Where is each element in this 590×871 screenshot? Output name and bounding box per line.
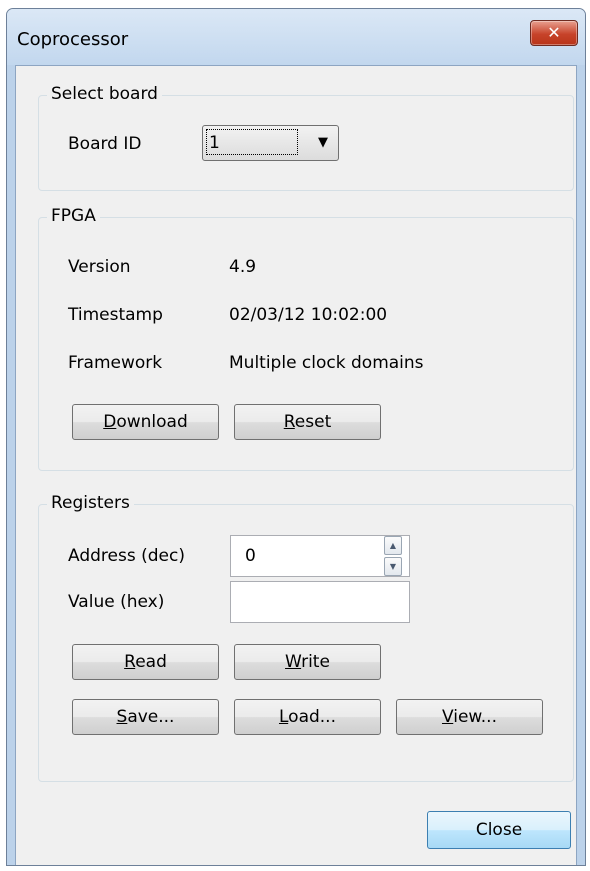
board-id-selected-value: 1 (206, 129, 298, 155)
load-button-label: oad... (288, 707, 336, 727)
reset-button[interactable]: Reset (234, 404, 381, 440)
chevron-down-icon: ▼ (318, 135, 328, 150)
view-button-label: iew... (453, 707, 497, 727)
title-bar[interactable]: Coprocessor ✕ (7, 9, 585, 65)
write-button-mnemonic: W (285, 652, 302, 672)
save-button-label: ave... (127, 707, 175, 727)
address-spinner[interactable]: ▲ ▼ (384, 536, 402, 576)
window-title: Coprocessor (17, 29, 129, 50)
value-label: Value (hex) (68, 592, 165, 612)
view-button[interactable]: View... (396, 699, 543, 735)
view-button-mnemonic: V (441, 707, 454, 727)
download-button-label: ownload (116, 412, 188, 432)
save-button[interactable]: Save... (72, 699, 219, 735)
close-window-icon[interactable]: ✕ (530, 20, 578, 46)
address-label: Address (dec) (68, 546, 185, 566)
registers-group: Registers Address (dec) 0 ▲ ▼ Value (hex… (38, 493, 574, 782)
fpga-group: FPGA Version 4.9 Timestamp 02/03/12 10:0… (38, 206, 574, 471)
read-button-label: ead (135, 652, 167, 672)
board-id-label: Board ID (68, 134, 142, 154)
save-button-mnemonic: S (116, 707, 128, 727)
download-button[interactable]: Download (72, 404, 219, 440)
load-button-mnemonic: L (278, 707, 289, 727)
download-button-mnemonic: D (103, 412, 117, 432)
coprocessor-window: Coprocessor ✕ Select board Board ID 1 ▼ … (6, 8, 586, 866)
timestamp-label: Timestamp (68, 305, 163, 325)
load-button[interactable]: Load... (234, 699, 381, 735)
board-id-dropdown[interactable]: 1 ▼ (202, 125, 339, 161)
write-button[interactable]: Write (234, 644, 381, 680)
spin-up-icon[interactable]: ▲ (384, 536, 402, 555)
registers-group-label: Registers (47, 493, 134, 513)
read-button-mnemonic: R (124, 652, 136, 672)
framework-label: Framework (68, 353, 163, 373)
address-input[interactable]: 0 (230, 535, 410, 577)
select-board-group: Select board Board ID 1 ▼ (38, 84, 574, 191)
address-input-value: 0 (245, 546, 256, 566)
read-button[interactable]: Read (72, 644, 219, 680)
close-button[interactable]: Close (427, 811, 571, 849)
dialog-body: Select board Board ID 1 ▼ FPGA Version 4… (15, 65, 577, 865)
select-board-group-label: Select board (47, 84, 162, 104)
timestamp-value: 02/03/12 10:02:00 (229, 305, 388, 325)
write-button-label: rite (301, 652, 330, 672)
reset-button-label: eset (294, 412, 332, 432)
version-value: 4.9 (229, 257, 257, 277)
version-label: Version (68, 257, 131, 277)
spin-down-icon[interactable]: ▼ (384, 557, 402, 576)
framework-value: Multiple clock domains (229, 353, 424, 373)
fpga-group-label: FPGA (47, 206, 100, 226)
value-input[interactable] (230, 581, 410, 623)
reset-button-mnemonic: R (283, 412, 295, 432)
